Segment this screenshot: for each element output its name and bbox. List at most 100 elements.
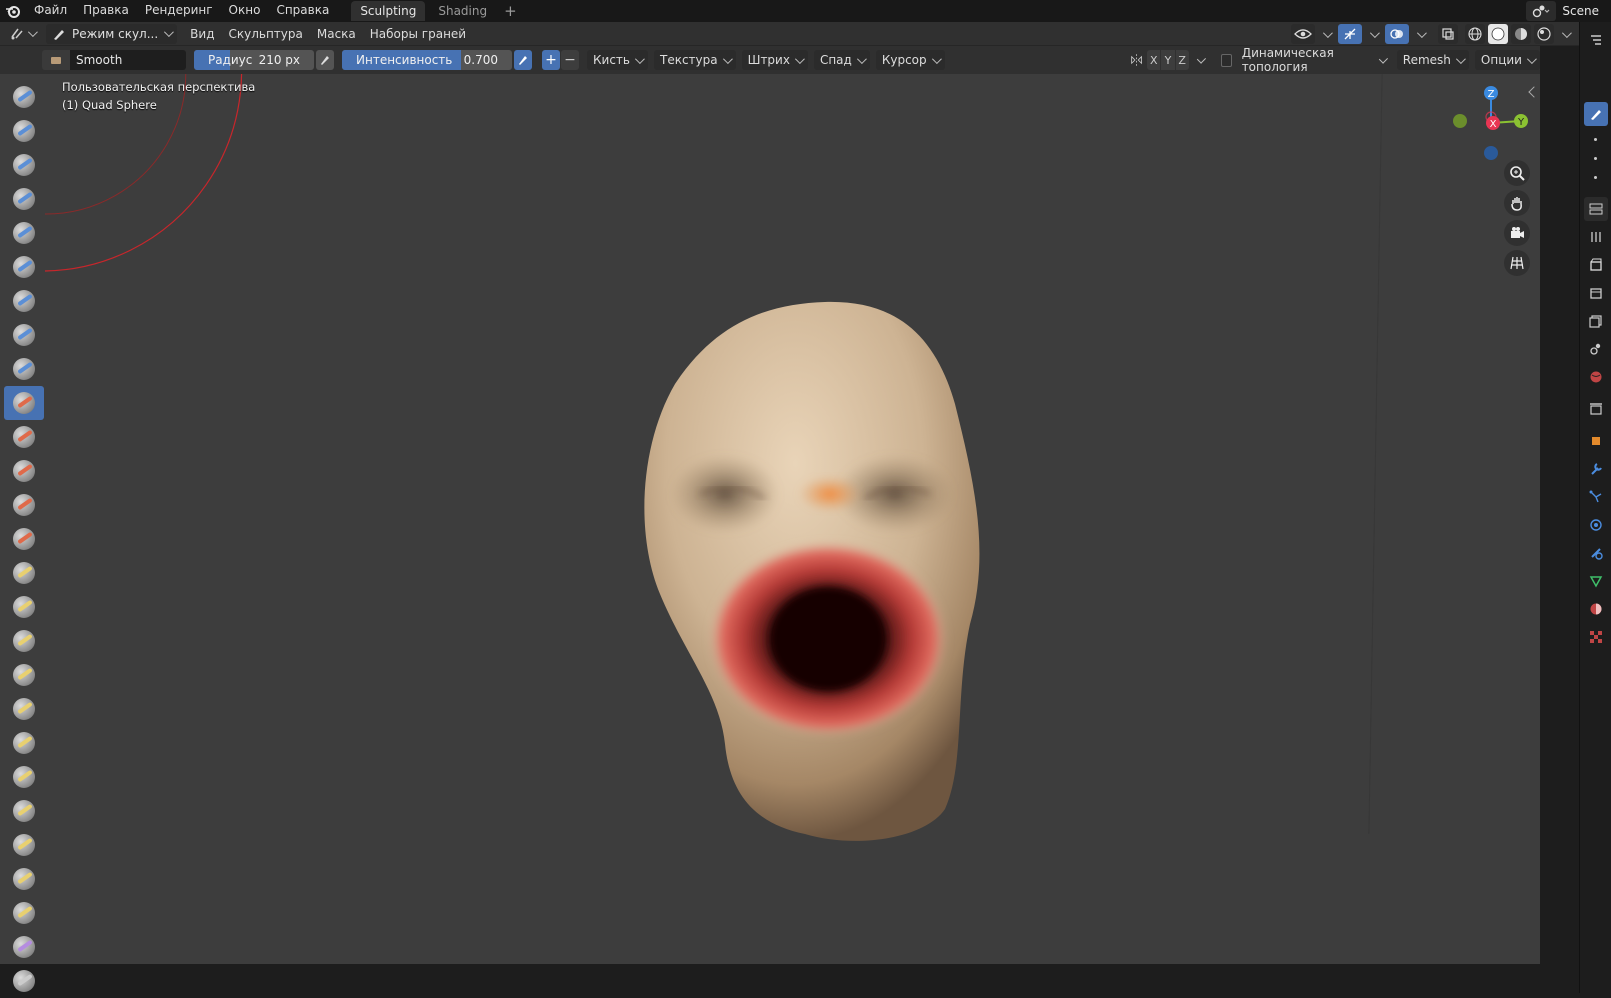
dyntopo-checkbox[interactable] [1220, 53, 1232, 67]
view-layer-tab-icon[interactable] [1584, 309, 1608, 333]
tool-flatten[interactable] [4, 420, 44, 454]
tool-draw-sharp[interactable] [4, 114, 44, 148]
tool-grab[interactable] [4, 590, 44, 624]
outliner-filter-icon[interactable] [1584, 28, 1608, 52]
particles-tab-icon[interactable] [1584, 485, 1608, 509]
navigation-gizmo[interactable]: Z Y X [1445, 79, 1535, 169]
tool-nudge[interactable] [4, 760, 44, 794]
brush-preview[interactable] [42, 50, 70, 70]
tool-rotate[interactable] [4, 794, 44, 828]
tool-blob[interactable] [4, 318, 44, 352]
tool-boundary[interactable] [4, 862, 44, 896]
tool-fill[interactable] [4, 454, 44, 488]
tool-multiplane-scrape[interactable] [4, 522, 44, 556]
visibility-toggle[interactable] [1291, 24, 1315, 44]
tool-clay-strips[interactable] [4, 182, 44, 216]
tool-tab-icon[interactable] [1583, 102, 1608, 126]
stroke-dropdown[interactable]: Штрих [741, 50, 808, 70]
tool-clay-thumb[interactable] [4, 216, 44, 250]
direction-subtract-button[interactable]: − [561, 50, 579, 70]
menu-view[interactable]: Вид [183, 27, 221, 41]
tool-thumb[interactable] [4, 692, 44, 726]
tool-simplify[interactable] [4, 930, 44, 964]
tool-settings-tab-icon[interactable] [1584, 225, 1608, 249]
overlays-toggle[interactable] [1385, 24, 1409, 44]
tool-inflate[interactable] [4, 284, 44, 318]
falloff-dropdown[interactable]: Спад [813, 50, 870, 70]
tool-layer[interactable] [4, 250, 44, 284]
symmetry-x-button[interactable]: X [1147, 50, 1161, 70]
gizmo-toggle[interactable] [1338, 24, 1362, 44]
chevron-down-icon[interactable] [1322, 27, 1333, 38]
symmetry-y-button[interactable]: Y [1161, 50, 1175, 70]
texture-dropdown[interactable]: Текстура [653, 50, 736, 70]
tool-clay[interactable] [4, 148, 44, 182]
material-tab-icon[interactable] [1584, 597, 1608, 621]
camera-view-button[interactable] [1504, 220, 1530, 246]
modifiers-tab-icon[interactable] [1584, 457, 1608, 481]
material-shading-button[interactable] [1511, 24, 1531, 44]
menu-render[interactable]: Рендеринг [137, 0, 221, 22]
tool-cloth[interactable] [4, 896, 44, 930]
tool-pinch[interactable] [4, 556, 44, 590]
scene-tab-icon[interactable] [1584, 337, 1608, 361]
collection-tab-icon[interactable] [1584, 397, 1608, 421]
zoom-button[interactable] [1504, 160, 1530, 186]
tool-smooth[interactable] [4, 386, 44, 420]
options-dropdown[interactable]: Опции [1474, 50, 1540, 70]
chevron-down-icon[interactable] [1369, 27, 1380, 38]
output-tab-icon[interactable] [1584, 281, 1608, 305]
pan-button[interactable] [1504, 190, 1530, 216]
remesh-dropdown[interactable]: Remesh [1396, 50, 1469, 70]
menu-sculpt[interactable]: Скульптура [221, 27, 309, 41]
mode-dropdown[interactable]: Режим скул... [46, 23, 178, 44]
menu-file[interactable]: Файл [26, 0, 75, 22]
brush-dropdown[interactable]: Кисть [587, 50, 648, 70]
blender-logo-icon[interactable] [0, 0, 26, 22]
sculpted-head-mesh[interactable] [625, 294, 1045, 854]
tool-crease[interactable] [4, 352, 44, 386]
object-tab-icon[interactable] [1584, 429, 1608, 453]
symmetry-z-button[interactable]: Z [1175, 50, 1189, 70]
tool-pose[interactable] [4, 726, 44, 760]
constraints-tab-icon[interactable] [1584, 541, 1608, 565]
radius-pressure-button[interactable] [316, 50, 334, 70]
direction-add-button[interactable]: + [542, 50, 560, 70]
physics-tab-icon[interactable] [1584, 513, 1608, 537]
view-options-icon[interactable] [1583, 197, 1608, 221]
cursor-dropdown[interactable]: Курсор [875, 50, 945, 70]
chevron-down-icon[interactable] [1196, 54, 1206, 64]
add-workspace-button[interactable]: + [496, 2, 525, 20]
3d-viewport[interactable]: Пользовательская перспектива (1) Quad Sp… [0, 74, 1540, 964]
workspace-tab-sculpting[interactable]: Sculpting [351, 1, 426, 21]
brush-name-field[interactable]: Smooth [70, 50, 186, 70]
dyntopo-dropdown[interactable]: Динамическая топология [1236, 46, 1391, 74]
menu-edit[interactable]: Правка [75, 0, 137, 22]
tool-slide-relax[interactable] [4, 828, 44, 862]
editor-type-selector[interactable] [4, 24, 40, 44]
workspace-tab-shading[interactable]: Shading [429, 1, 496, 21]
solid-shading-button[interactable] [1488, 24, 1508, 44]
tool-draw[interactable] [4, 80, 44, 114]
data-tab-icon[interactable] [1584, 569, 1608, 593]
render-tab-icon[interactable] [1584, 253, 1608, 277]
tool-snake-hook[interactable] [4, 658, 44, 692]
radius-slider[interactable]: Радиус 210 px [194, 50, 314, 70]
tool-scrape[interactable] [4, 488, 44, 522]
wireframe-shading-button[interactable] [1465, 24, 1485, 44]
strength-slider[interactable]: Интенсивность 0.700 [342, 50, 512, 70]
menu-face-sets[interactable]: Наборы граней [363, 27, 473, 41]
tool-elastic-deform[interactable] [4, 624, 44, 658]
menu-window[interactable]: Окно [221, 0, 269, 22]
scene-browse-button[interactable] [1526, 1, 1557, 21]
chevron-down-icon[interactable] [1561, 27, 1572, 38]
world-tab-icon[interactable] [1584, 365, 1608, 389]
rendered-shading-button[interactable] [1534, 24, 1554, 44]
xray-toggle[interactable] [1438, 24, 1458, 44]
menu-mask[interactable]: Маска [310, 27, 363, 41]
ortho-toggle-button[interactable] [1504, 250, 1530, 276]
texture-tab-icon[interactable] [1584, 625, 1608, 649]
chevron-down-icon[interactable] [1416, 27, 1427, 38]
strength-pressure-button[interactable] [514, 50, 532, 70]
scene-name[interactable]: Scene [1562, 4, 1603, 18]
